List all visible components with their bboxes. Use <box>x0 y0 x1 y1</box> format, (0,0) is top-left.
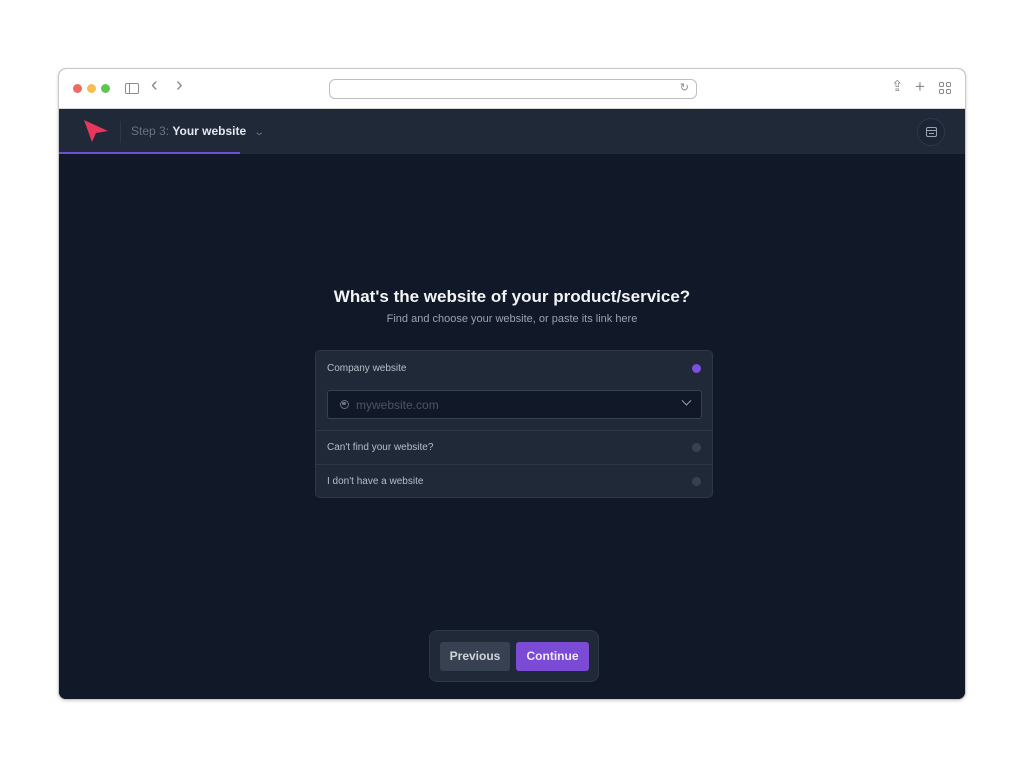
chevron-down-icon: ⌄ <box>252 127 265 138</box>
option-label: Can't find your website? <box>327 442 434 453</box>
website-options-card: Company website mywebsite.com Can't find… <box>315 350 713 498</box>
option-no-website[interactable]: I don't have a website <box>316 465 712 497</box>
grid-icon[interactable] <box>939 82 951 94</box>
navigation-footer: Previous Continue <box>429 630 599 682</box>
app-header: Step 3: Your website ⌄ <box>59 109 965 154</box>
option-cant-find-website[interactable]: Can't find your website? <box>316 431 712 464</box>
step-title: Your website <box>172 124 247 138</box>
radio-unselected-icon[interactable] <box>692 443 701 452</box>
website-select[interactable]: mywebsite.com <box>327 390 702 419</box>
calendar-icon <box>926 127 937 137</box>
reload-icon[interactable]: ↻ <box>680 81 689 94</box>
chevron-left-icon[interactable]: ‹ <box>151 75 158 95</box>
option-label: Company website <box>327 363 407 374</box>
header-divider <box>120 121 121 143</box>
address-bar[interactable]: ↻ <box>329 79 697 99</box>
logo-icon <box>84 120 108 142</box>
browser-toolbar: ‹ › ↻ ⇪ + <box>59 69 965 109</box>
minimize-window-button[interactable] <box>87 84 96 93</box>
chevron-down-icon <box>681 395 692 406</box>
sidebar-icon[interactable] <box>125 83 139 94</box>
chevron-right-icon[interactable]: › <box>176 75 183 95</box>
maximize-window-button[interactable] <box>101 84 110 93</box>
share-icon[interactable]: ⇪ <box>891 78 904 96</box>
radio-unselected-icon[interactable] <box>692 477 701 486</box>
website-select-placeholder: mywebsite.com <box>356 398 439 412</box>
option-company-website[interactable]: Company website mywebsite.com <box>316 351 712 430</box>
continue-button[interactable]: Continue <box>516 642 589 671</box>
radio-selected-icon[interactable] <box>692 364 701 373</box>
globe-icon <box>340 400 349 409</box>
step-prefix: Step 3: <box>131 124 170 138</box>
browser-window: ‹ › ↻ ⇪ + Step 3: Your website ⌄ What's … <box>58 68 966 700</box>
close-window-button[interactable] <box>73 84 82 93</box>
main-content: What's the website of your product/servi… <box>59 154 965 699</box>
page-title: What's the website of your product/servi… <box>333 287 691 306</box>
calendar-button[interactable] <box>917 118 945 146</box>
page-subtitle: Find and choose your website, or paste i… <box>386 313 638 325</box>
option-label: I don't have a website <box>327 476 424 487</box>
plus-icon[interactable]: + <box>915 78 925 96</box>
step-selector[interactable]: Step 3: Your website ⌄ <box>131 124 265 138</box>
previous-button[interactable]: Previous <box>440 642 510 671</box>
